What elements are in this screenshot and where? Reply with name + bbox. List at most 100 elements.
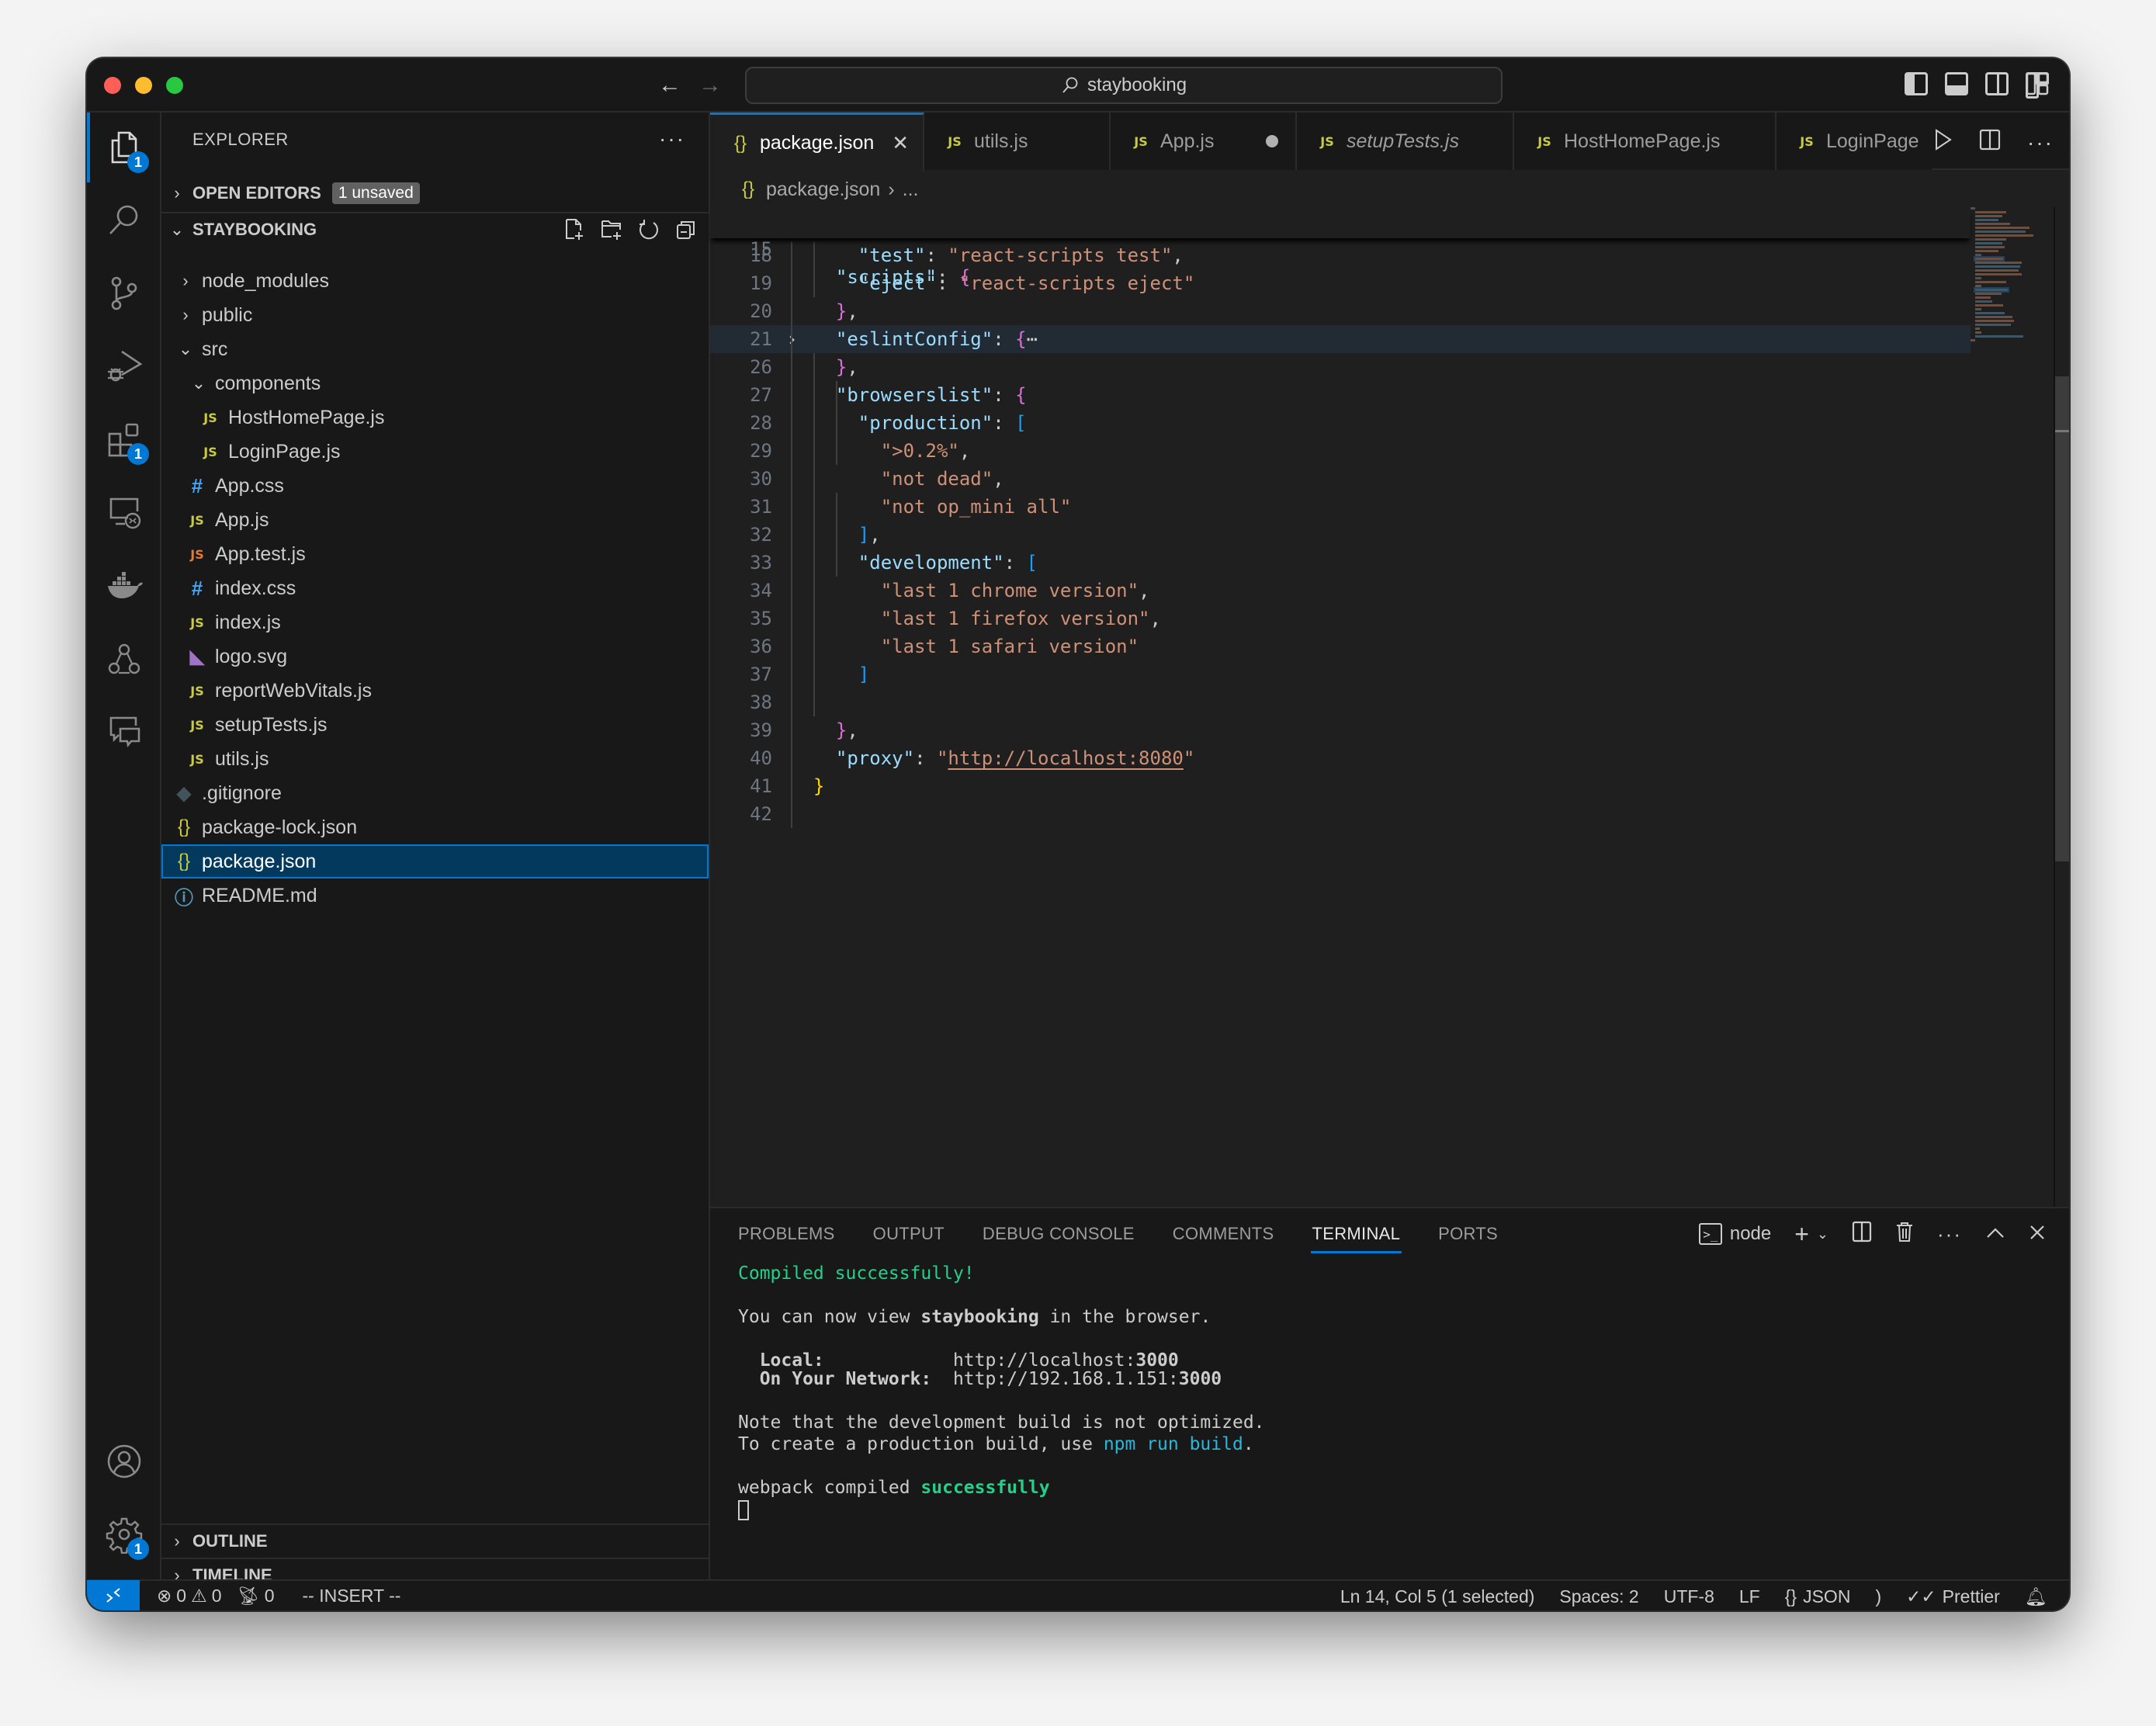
indentation[interactable]: Spaces: 2 [1559,1586,1638,1607]
remote-indicator-button[interactable] [87,1580,140,1610]
activity-source-control[interactable] [87,258,161,328]
tree-folder[interactable]: › node_modules [161,264,709,298]
tree-file[interactable]: {} package.json [161,844,709,879]
sticky-scroll-line[interactable]: 15 "scripts": { [710,207,1971,288]
language-mode[interactable]: {} JSON [1785,1586,1851,1607]
run-file-button[interactable] [1934,128,1953,157]
tree-file[interactable]: JS setupTests.js [161,708,709,742]
close-window-button[interactable] [104,77,121,94]
panel-more-actions-button[interactable]: ··· [1937,1222,1962,1246]
new-file-button[interactable] [563,218,586,241]
new-terminal-button[interactable]: + ⌄ [1794,1220,1828,1249]
activity-accounts[interactable] [87,1426,161,1496]
activity-comments[interactable] [87,696,161,766]
tree-file[interactable]: # App.css [161,469,709,503]
tree-file[interactable]: ◆ .gitignore [161,776,709,810]
prettier-status[interactable]: ✓✓ Prettier [1906,1586,2000,1607]
maximize-window-button[interactable] [166,77,183,94]
network-url[interactable]: http://192.168.1.151: [953,1369,1179,1389]
panel-tab-terminal[interactable]: TERMINAL [1310,1208,1402,1260]
collapse-folders-button[interactable] [674,218,698,241]
maximize-panel-button[interactable] [1985,1222,2005,1246]
minimize-window-button[interactable] [135,77,152,94]
tree-file[interactable]: JS HostHomePage.js [161,400,709,435]
terminal-output[interactable]: Compiled successfully! You can now view … [738,1263,1265,1520]
tree-file[interactable]: # index.css [161,571,709,605]
activity-run-debug[interactable] [87,331,161,401]
editor-more-actions-button[interactable]: ··· [2027,130,2054,155]
activity-search[interactable] [87,185,161,255]
tab-loginpage-js[interactable]: JS LoginPage [1776,113,1932,170]
tab-setuptests-js[interactable]: JS setupTests.js [1297,113,1514,170]
code-line[interactable]: 37 ] [710,660,1971,688]
command-center-search[interactable]: staybooking [745,67,1503,104]
code-editor[interactable]: 15 "scripts": { 18 "test": "react-script… [710,207,1971,828]
panel-tab-debug-console[interactable]: DEBUG CONSOLE [983,1208,1135,1260]
code-line[interactable]: 42 [710,800,1971,828]
tree-file[interactable]: JS LoginPage.js [161,435,709,469]
encoding[interactable]: UTF-8 [1664,1586,1714,1607]
customize-layout-icon[interactable] [2026,72,2049,99]
code-line[interactable]: 38 [710,688,1971,716]
code-line[interactable]: 32 ], [710,521,1971,549]
tree-file[interactable]: JS App.test.js [161,537,709,571]
outline-section[interactable]: › OUTLINE [161,1523,709,1558]
tree-file[interactable]: JS reportWebVitals.js [161,674,709,708]
close-tab-icon[interactable]: ✕ [892,131,909,155]
tree-file[interactable]: ⓘ README.md [161,879,709,913]
activity-extensions[interactable]: 1 [87,404,161,474]
split-terminal-button[interactable] [1852,1221,1872,1248]
tab-hosthomepage-js[interactable]: JS HostHomePage.js [1514,113,1776,170]
ports-status[interactable]: 📡︎ 0 [237,1586,275,1606]
activity-remote-explorer[interactable] [87,477,161,547]
tree-folder[interactable]: ⌄ src [161,332,709,366]
panel-tab-ports[interactable]: PORTS [1438,1208,1498,1260]
code-line[interactable]: 20 }, [710,297,1971,325]
unsaved-dot-icon[interactable] [1266,135,1278,147]
kill-terminal-button[interactable] [1895,1221,1914,1248]
code-line[interactable]: 21› "eslintConfig": {⋯ [710,325,1971,353]
code-line[interactable]: 31 "not op_mini all" [710,493,1971,521]
new-folder-button[interactable] [600,218,623,241]
explorer-more-actions-button[interactable]: ··· [659,127,685,151]
toggle-secondary-sidebar-icon[interactable] [1985,72,2009,95]
cursor-position[interactable]: Ln 14, Col 5 (1 selected) [1340,1586,1535,1607]
activity-manage[interactable]: 1 [87,1499,161,1569]
copilot-status-icon[interactable]: ) [1875,1586,1881,1607]
notifications-bell-icon[interactable]: 🔔︎ [2025,1586,2047,1607]
refresh-explorer-button[interactable] [637,218,660,241]
activity-explorer[interactable]: 1 [87,113,161,182]
tree-folder[interactable]: ⌄ components [161,366,709,400]
terminal-selector[interactable]: >_ node [1698,1223,1771,1245]
go-back-button[interactable]: ← [658,72,681,99]
panel-tab-output[interactable]: OUTPUT [873,1208,945,1260]
split-editor-button[interactable] [1979,128,2001,157]
go-forward-button[interactable]: → [698,72,722,99]
tree-file[interactable]: JS index.js [161,605,709,639]
breadcrumb-file[interactable]: package.json [766,178,880,201]
code-line[interactable]: 41} [710,772,1971,800]
activity-docker[interactable] [87,550,161,620]
code-line[interactable]: 26 }, [710,353,1971,381]
problems-status[interactable]: ⊗ 0 ⚠ 0 [157,1586,222,1606]
code-line[interactable]: 30 "not dead", [710,465,1971,493]
panel-tab-comments[interactable]: COMMENTS [1173,1208,1274,1260]
tab-app-js[interactable]: JS App.js [1111,113,1297,170]
code-line[interactable]: 33 "development": [ [710,549,1971,577]
tree-file[interactable]: JS App.js [161,503,709,537]
tree-file[interactable]: ◣ logo.svg [161,639,709,674]
project-section[interactable]: ⌄ STAYBOOKING [161,212,709,246]
code-line[interactable]: 34 "last 1 chrome version", [710,577,1971,605]
tree-file[interactable]: {} package-lock.json [161,810,709,844]
minimap[interactable] [1971,207,2056,341]
open-editors-section[interactable]: › OPEN EDITORS 1 unsaved [161,176,709,210]
toggle-primary-sidebar-icon[interactable] [1905,72,1928,95]
code-line[interactable]: 27 "browserslist": { [710,381,1971,409]
code-line[interactable]: 28 "production": [ [710,409,1971,437]
toggle-panel-icon[interactable] [1945,72,1968,95]
close-panel-button[interactable] [2029,1222,2046,1246]
breadcrumb-symbols[interactable]: ... [903,178,919,201]
tree-file[interactable]: JS utils.js [161,742,709,776]
code-line[interactable]: 35 "last 1 firefox version", [710,605,1971,633]
tab-utils-js[interactable]: JS utils.js [924,113,1111,170]
